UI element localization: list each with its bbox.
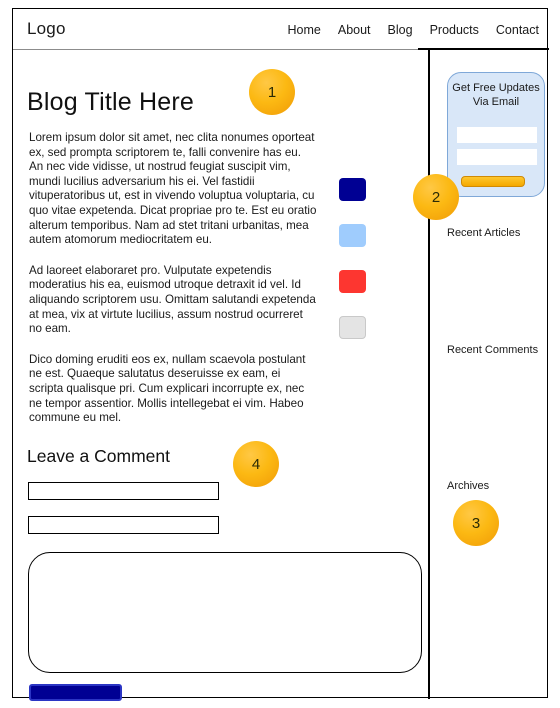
site-logo[interactable]: Logo (27, 19, 66, 39)
swatch-navy[interactable] (339, 178, 366, 201)
article-column: Blog Title Here Lorem ipsum dolor sit am… (13, 50, 428, 701)
article-body: Lorem ipsum dolor sit amet, nec clita no… (29, 131, 317, 442)
annotation-marker-2: 2 (413, 174, 459, 220)
sidebar-section-recent-articles[interactable]: Recent Articles (447, 227, 520, 239)
signup-widget-title: Get Free Updates Via Email (452, 82, 540, 108)
page-frame: Logo Home About Blog Products Contact Bl… (12, 8, 549, 701)
comment-name-input[interactable] (28, 482, 219, 500)
swatch-light-gray[interactable] (339, 316, 366, 339)
annotation-marker-4: 4 (233, 441, 279, 487)
article-paragraph: Ad laoreet elaboraret pro. Vulputate exp… (29, 263, 316, 336)
signup-email-input[interactable] (457, 149, 537, 165)
comment-form-heading: Leave a Comment (27, 446, 170, 466)
signup-submit-button[interactable] (461, 176, 525, 187)
annotation-marker-1: 1 (249, 69, 295, 115)
swatch-light-blue[interactable] (339, 224, 366, 247)
page-title: Blog Title Here (27, 88, 194, 116)
nav-item-contact[interactable]: Contact (496, 23, 539, 37)
color-swatch-list (339, 178, 367, 362)
email-signup-widget: Get Free Updates Via Email (447, 72, 545, 197)
comment-message-textarea[interactable] (28, 552, 422, 673)
comment-email-input[interactable] (28, 516, 219, 534)
site-header: Logo Home About Blog Products Contact (13, 9, 549, 50)
nav-item-products[interactable]: Products (430, 23, 479, 37)
article-paragraph: Dico doming eruditi eos ex, nullam scaev… (29, 352, 306, 425)
signup-name-input[interactable] (457, 127, 537, 143)
main-navigation: Home About Blog Products Contact (288, 23, 539, 37)
article-paragraph: Lorem ipsum dolor sit amet, nec clita no… (29, 131, 317, 247)
annotation-marker-3: 3 (453, 500, 499, 546)
sidebar-section-archives[interactable]: Archives (447, 480, 489, 492)
nav-item-blog[interactable]: Blog (388, 23, 413, 37)
nav-item-home[interactable]: Home (288, 23, 321, 37)
nav-item-about[interactable]: About (338, 23, 371, 37)
sidebar: Get Free Updates Via Email Recent Articl… (428, 50, 549, 699)
comment-submit-button[interactable] (29, 684, 122, 701)
sidebar-section-recent-comments[interactable]: Recent Comments (447, 344, 538, 356)
swatch-red[interactable] (339, 270, 366, 293)
